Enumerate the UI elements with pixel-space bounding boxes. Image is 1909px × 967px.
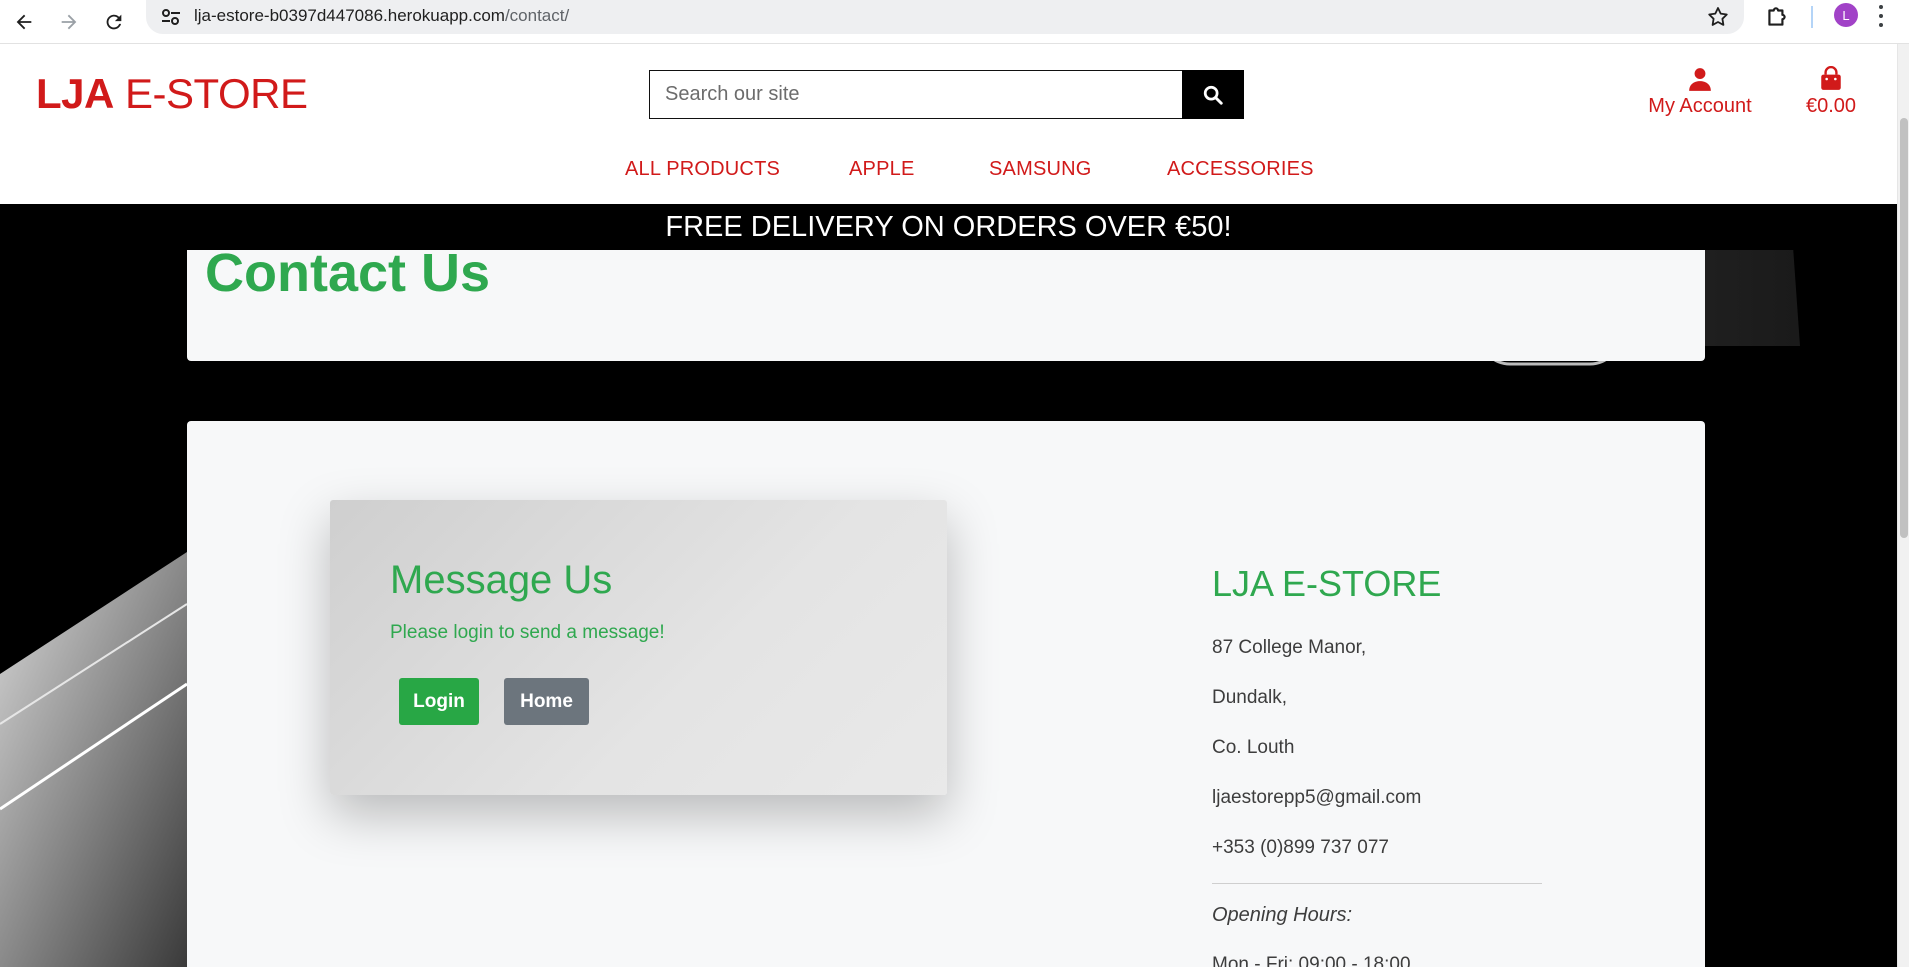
address-line-1: 87 College Manor,: [1212, 637, 1367, 658]
login-prompt-text: Please login to send a message!: [390, 622, 665, 643]
toolbar-divider: [1811, 6, 1813, 28]
browser-menu-icon[interactable]: [1876, 3, 1886, 29]
search-button[interactable]: [1182, 70, 1244, 119]
user-icon: [1689, 68, 1711, 91]
nav-all-products[interactable]: ALL PRODUCTS: [625, 158, 780, 181]
nav-apple[interactable]: APPLE: [849, 158, 914, 181]
forward-button[interactable]: [52, 5, 86, 39]
logo-bold-text: LJA: [36, 70, 114, 117]
back-button[interactable]: [7, 5, 41, 39]
free-delivery-banner: FREE DELIVERY ON ORDERS OVER €50!: [0, 204, 1897, 250]
address-bar[interactable]: lja-estore-b0397d447086.herokuapp.com/co…: [146, 0, 1744, 34]
shopping-bag-icon: [1821, 66, 1841, 90]
address-line-3: Co. Louth: [1212, 737, 1295, 758]
site-header: LJA E-STORE My Account €0.00 ALL PRODUCT…: [0, 44, 1897, 204]
my-account-link[interactable]: My Account: [1640, 66, 1760, 118]
opening-hours-weekdays: Mon - Fri: 09:00 - 18:00: [1212, 954, 1411, 967]
store-phone: +353 (0)899 737 077: [1212, 837, 1389, 858]
profile-avatar[interactable]: L: [1834, 3, 1858, 27]
main-navigation: ALL PRODUCTS APPLE SAMSUNG ACCESSORIES: [0, 158, 1897, 190]
search-icon: [1203, 85, 1223, 105]
site-info-icon[interactable]: [160, 7, 182, 27]
reload-icon: [106, 14, 122, 30]
browser-toolbar: lja-estore-b0397d447086.herokuapp.com/co…: [0, 0, 1909, 44]
address-line-2: Dundalk,: [1212, 687, 1287, 708]
shopping-bag-link[interactable]: €0.00: [1800, 66, 1862, 118]
store-name-heading: LJA E-STORE: [1212, 563, 1442, 604]
search-input[interactable]: [649, 70, 1182, 119]
bookmark-star-icon[interactable]: [1706, 5, 1730, 29]
contact-title-panel: Contact Us: [187, 250, 1705, 361]
reload-button[interactable]: [97, 5, 131, 39]
contact-content-panel: Message Us Please login to send a messag…: [187, 421, 1705, 967]
info-divider: [1212, 883, 1542, 884]
logo-rest-text: E-STORE: [113, 70, 308, 117]
my-account-label: My Account: [1648, 95, 1752, 117]
store-email: ljaestorepp5@gmail.com: [1212, 787, 1422, 808]
search-form: [649, 70, 1244, 119]
bag-total: €0.00: [1805, 95, 1857, 117]
forward-arrow-icon: [61, 14, 77, 30]
page-scrollbar[interactable]: [1897, 44, 1909, 967]
nav-accessories[interactable]: ACCESSORIES: [1167, 158, 1314, 181]
url-text[interactable]: lja-estore-b0397d447086.herokuapp.com/co…: [194, 6, 569, 26]
url-host: lja-estore-b0397d447086.herokuapp.com: [194, 6, 505, 25]
store-contact-info: LJA E-STORE 87 College Manor, Dundalk, C…: [1212, 563, 1542, 967]
extensions-puzzle-icon[interactable]: [1764, 4, 1790, 30]
scrollbar-thumb[interactable]: [1900, 118, 1908, 538]
nav-samsung[interactable]: SAMSUNG: [989, 158, 1092, 181]
home-button[interactable]: Home: [504, 678, 589, 725]
opening-hours-label: Opening Hours:: [1212, 904, 1353, 926]
page-title: Contact Us: [205, 250, 491, 303]
message-us-title: Message Us: [390, 558, 613, 602]
message-us-card: Message Us Please login to send a messag…: [330, 500, 947, 795]
site-logo[interactable]: LJA E-STORE: [36, 70, 308, 118]
login-button[interactable]: Login: [399, 678, 479, 725]
back-arrow-icon: [16, 14, 32, 30]
url-path: /contact/: [504, 6, 570, 25]
